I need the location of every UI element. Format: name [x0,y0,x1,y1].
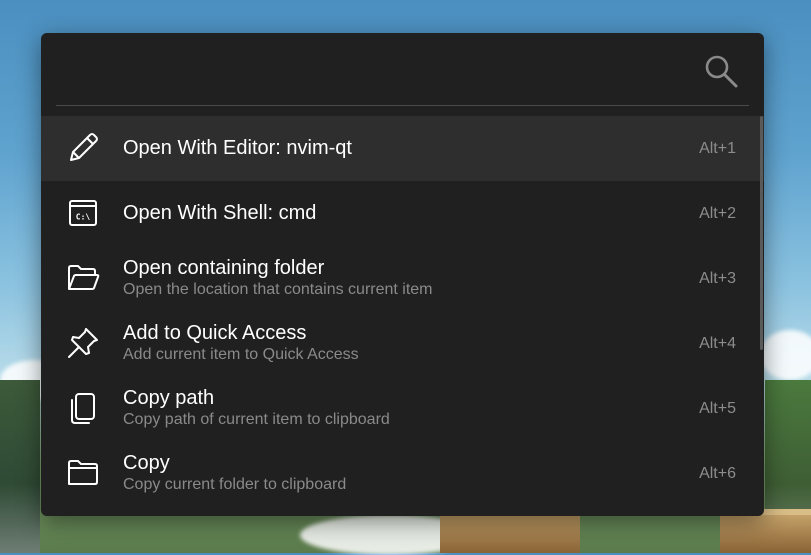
result-copy[interactable]: Copy Copy current folder to clipboard Al… [41,441,764,506]
shortcut-label: Alt+5 [699,400,736,417]
result-subtitle: Open the location that contains current … [123,281,433,298]
result-title: Copy [123,452,170,474]
shortcut-label: Alt+2 [699,205,736,222]
result-subtitle: Copy current folder to clipboard [123,476,347,493]
result-copy-path[interactable]: Copy path Copy path of current item to c… [41,376,764,441]
result-title: Open With Shell: cmd [123,202,317,224]
results-list: Open With Editor: nvim-qt Alt+1 C:\ Open… [41,116,764,506]
search-bar [41,33,764,105]
svg-text:C:\: C:\ [76,213,91,222]
folder-open-icon [65,260,101,296]
launcher-panel: Open With Editor: nvim-qt Alt+1 C:\ Open… [41,33,764,516]
result-title: Open containing folder [123,257,325,279]
result-subtitle: Add current item to Quick Access [123,346,359,363]
result-subtitle: Copy path of current item to clipboard [123,411,390,428]
shortcut-label: Alt+3 [699,270,736,287]
background-cloud [760,330,811,380]
results-scrollbar[interactable] [760,116,763,350]
terminal-icon: C:\ [65,195,101,231]
folder-icon [65,455,101,491]
search-input[interactable] [57,47,701,93]
shortcut-label: Alt+4 [699,335,736,352]
pencil-icon [65,130,101,166]
copy-icon [65,390,101,426]
search-icon[interactable] [703,53,739,89]
background-tree-left [0,380,40,553]
result-open-with-shell[interactable]: C:\ Open With Shell: cmd Alt+2 [41,181,764,246]
shortcut-label: Alt+6 [699,465,736,482]
result-open-containing-folder[interactable]: Open containing folder Open the location… [41,246,764,311]
shortcut-label: Alt+1 [699,140,736,157]
pin-icon [65,325,101,361]
result-title: Add to Quick Access [123,322,307,344]
search-divider [56,105,749,106]
result-title: Open With Editor: nvim-qt [123,137,352,159]
result-add-to-quick-access[interactable]: Add to Quick Access Add current item to … [41,311,764,376]
result-title: Copy path [123,387,215,409]
result-open-with-editor[interactable]: Open With Editor: nvim-qt Alt+1 [41,116,764,181]
